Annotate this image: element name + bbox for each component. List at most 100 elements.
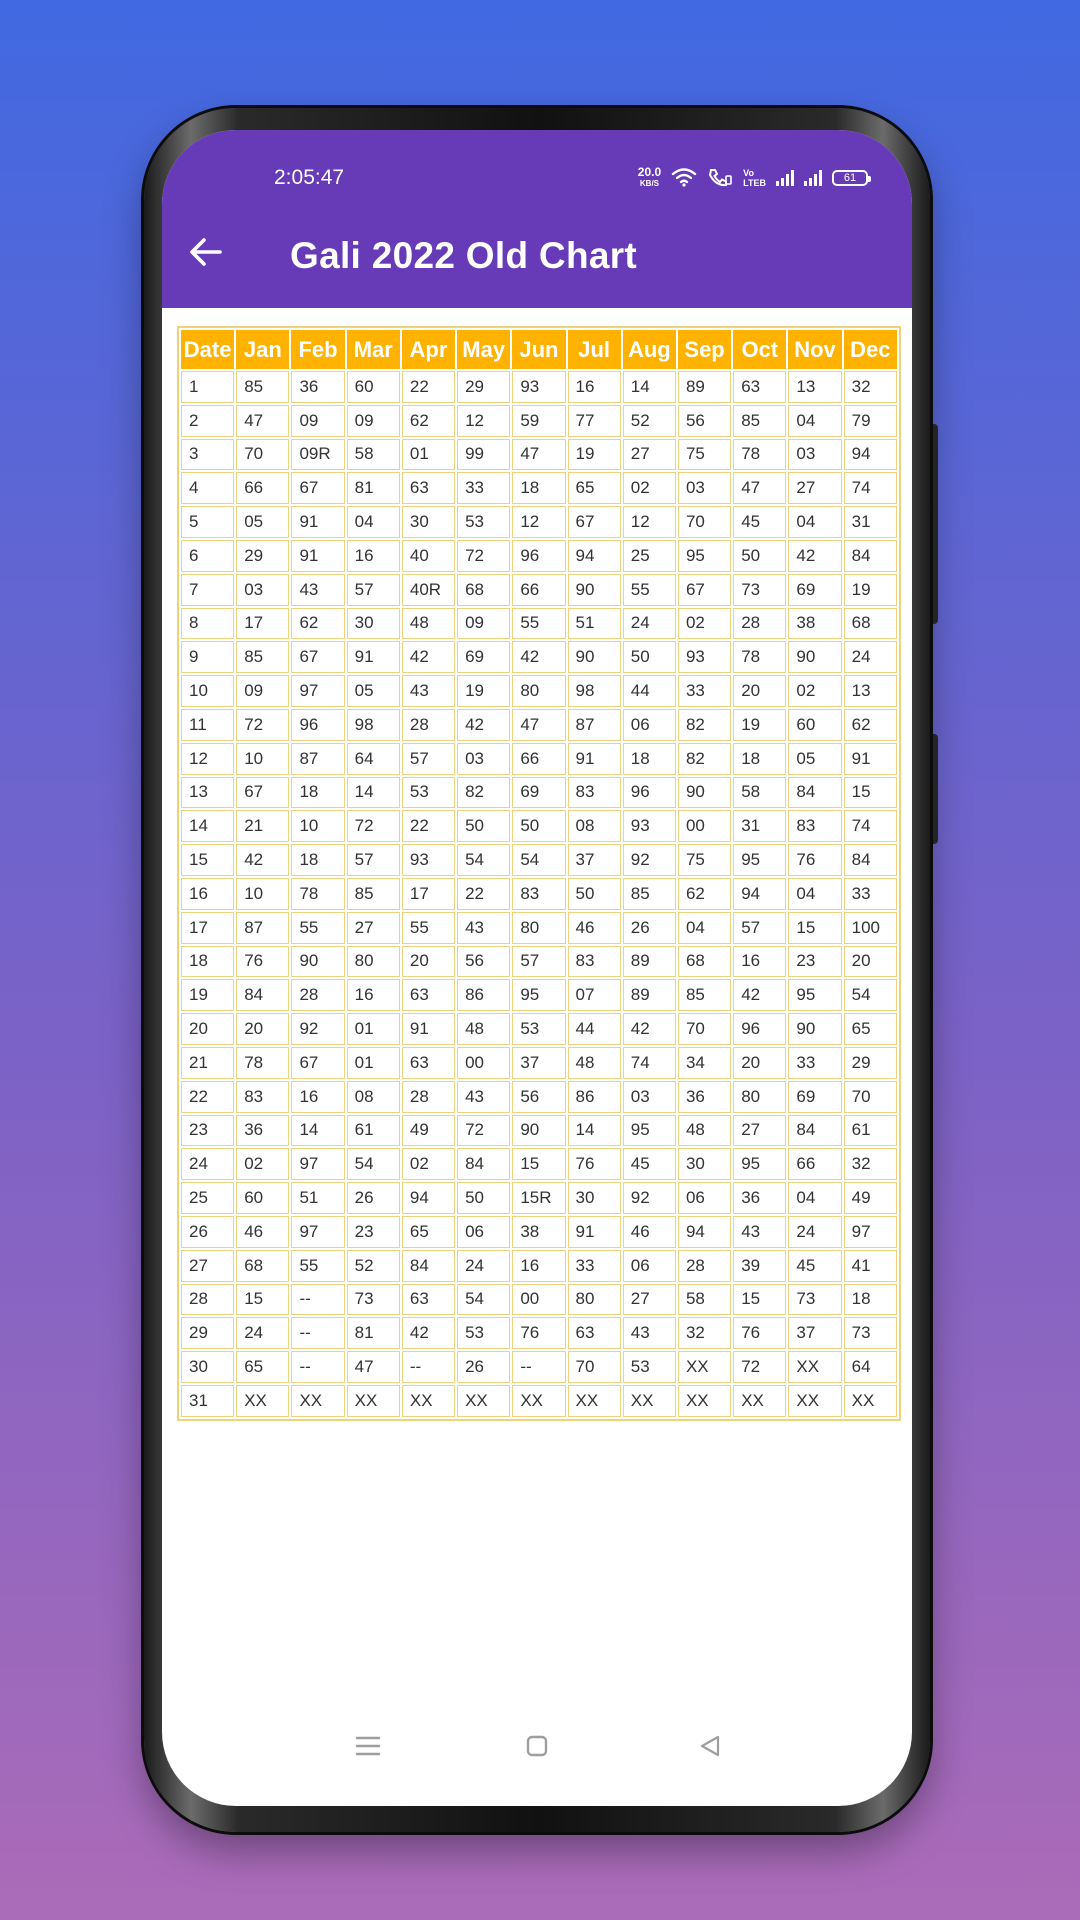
date-cell: 24: [181, 1148, 235, 1181]
result-cell: 29: [457, 371, 511, 403]
result-cell: 55: [291, 911, 345, 944]
result-cell: 94: [733, 877, 787, 910]
result-cell: 36: [733, 1182, 787, 1214]
table-row: 22 83 16 08 28 43 56 86 03 36 80 69 70: [181, 1080, 897, 1113]
result-cell: 72: [236, 708, 290, 741]
result-cell: 58: [346, 438, 400, 471]
column-header-may: May: [457, 330, 511, 369]
result-cell: 68: [236, 1249, 290, 1282]
result-cell: 99: [457, 438, 511, 471]
result-cell: 54: [512, 844, 566, 876]
result-cell: 72: [457, 539, 511, 572]
result-cell: 27: [622, 1283, 676, 1316]
result-cell: 76: [733, 1317, 787, 1350]
result-cell: XX: [512, 1384, 566, 1417]
result-cell: 47: [236, 404, 290, 437]
result-cell: 80: [512, 911, 566, 944]
table-row: 17 87 55 27 55 43 80 46 26 04 57 15 100: [181, 911, 897, 944]
result-cell: 97: [843, 1215, 897, 1248]
result-cell: 15: [733, 1283, 787, 1316]
result-cell: 02: [677, 607, 732, 640]
table-row: 31 XX XX XX XX XX XX XX XX XX XX XX XX: [181, 1384, 897, 1417]
column-header-mar: Mar: [346, 330, 400, 369]
result-cell: 06: [622, 708, 676, 741]
result-cell: 41: [843, 1249, 897, 1282]
result-cell: 60: [236, 1182, 290, 1214]
result-cell: XX: [677, 1351, 732, 1383]
result-cell: 26: [457, 1351, 511, 1383]
result-cell: 67: [567, 506, 621, 538]
phone-screen: 2:05:47 20.0 KB/S Vo LTEB 61 Gali 2022 O…: [162, 130, 912, 1806]
result-cell: 27: [788, 472, 842, 505]
table-row: 25 60 51 26 94 50 15R 30 92 06 36 04 49: [181, 1182, 897, 1214]
result-cell: 43: [457, 911, 511, 944]
table-header-row: Date Jan Feb Mar Apr May Jun Jul Aug Sep Oct Nov Dec: [181, 330, 897, 369]
back-button[interactable]: [186, 234, 226, 274]
table-row: 29 24 -- 81 42 53 76 63 43 32 76 37 73: [181, 1317, 897, 1350]
result-cell: 82: [457, 776, 511, 809]
result-cell: 44: [622, 675, 676, 707]
result-cell: 50: [457, 810, 511, 843]
result-cell: 62: [291, 607, 345, 640]
result-cell: XX: [788, 1351, 842, 1383]
table-row: 30 65 -- 47 -- 26 -- 70 53 XX 72 XX 64: [181, 1351, 897, 1383]
result-cell: 24: [236, 1317, 290, 1350]
result-cell: 47: [346, 1351, 400, 1383]
result-cell: 04: [788, 506, 842, 538]
result-cell: 50: [457, 1182, 511, 1214]
result-cell: 23: [346, 1215, 400, 1248]
result-cell: 57: [512, 945, 566, 978]
result-cell: 04: [788, 877, 842, 910]
date-cell: 13: [181, 776, 235, 809]
result-cell: 46: [567, 911, 621, 944]
result-cell: XX: [788, 1384, 842, 1417]
result-cell: 02: [236, 1148, 290, 1181]
result-cell: 95: [512, 979, 566, 1012]
system-back-button[interactable]: [692, 1730, 728, 1766]
date-cell: 25: [181, 1182, 235, 1214]
result-cell: 94: [677, 1215, 732, 1248]
result-cell: 22: [457, 877, 511, 910]
result-cell: 61: [843, 1114, 897, 1147]
result-cell: 16: [346, 539, 400, 572]
result-cell: 21: [236, 810, 290, 843]
result-cell: 17: [401, 877, 456, 910]
result-cell: 65: [567, 472, 621, 505]
result-cell: 75: [677, 844, 732, 876]
result-cell: 23: [788, 945, 842, 978]
date-cell: 20: [181, 1013, 235, 1045]
result-cell: 73: [843, 1317, 897, 1350]
result-cell: 51: [567, 607, 621, 640]
result-cell: 42: [788, 539, 842, 572]
result-cell: 81: [346, 1317, 400, 1350]
date-cell: 9: [181, 641, 235, 674]
recent-apps-button[interactable]: [350, 1730, 386, 1766]
result-cell: 24: [622, 607, 676, 640]
result-cell: XX: [401, 1384, 456, 1417]
result-cell: --: [291, 1351, 345, 1383]
result-cell: 64: [346, 742, 400, 775]
result-cell: 73: [788, 1283, 842, 1316]
result-cell: 19: [457, 675, 511, 707]
date-cell: 14: [181, 810, 235, 843]
result-cell: 97: [291, 675, 345, 707]
date-cell: 17: [181, 911, 235, 944]
result-cell: 17: [236, 607, 290, 640]
result-cell: 83: [236, 1080, 290, 1113]
home-button[interactable]: [519, 1730, 555, 1766]
network-speed-unit: KB/S: [639, 179, 660, 188]
result-cell: --: [291, 1283, 345, 1316]
result-cell: 54: [346, 1148, 400, 1181]
result-cell: 100: [843, 911, 897, 944]
result-cell: 74: [843, 810, 897, 843]
result-cell: 28: [401, 708, 456, 741]
result-cell: 03: [788, 438, 842, 471]
table-row: 24 02 97 54 02 84 15 76 45 30 95 66 32: [181, 1148, 897, 1181]
result-cell: 78: [236, 1046, 290, 1079]
result-cell: 48: [677, 1114, 732, 1147]
result-cell: 80: [346, 945, 400, 978]
result-cell: 49: [843, 1182, 897, 1214]
volte-label-bottom: LTEB: [743, 178, 766, 188]
result-cell: 09: [457, 607, 511, 640]
result-cell: 40R: [401, 573, 456, 606]
